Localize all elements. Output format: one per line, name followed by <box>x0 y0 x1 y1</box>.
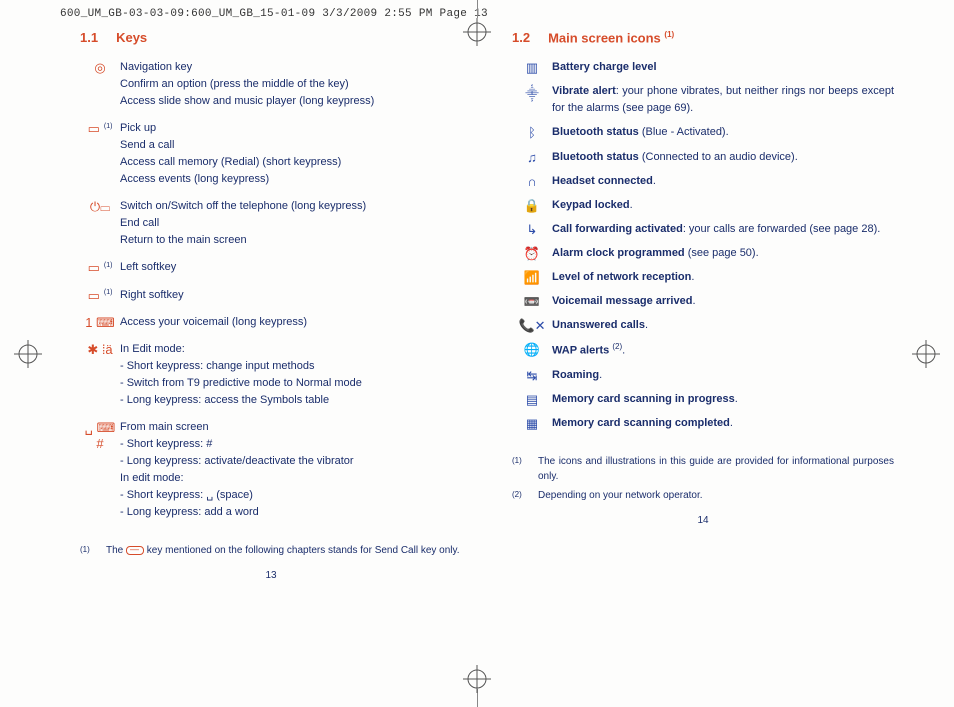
icon-description: Call forwarding activated: your calls ar… <box>552 221 894 238</box>
key-description: Access your voicemail (long keypress) <box>120 314 462 331</box>
key-row: ▭(1)Left softkey <box>80 259 462 276</box>
hash-key-icon: ␣ ⌨ # <box>80 419 120 521</box>
icon-description: Alarm clock programmed (see page 50). <box>552 245 894 262</box>
key-description: Right softkey <box>120 287 462 304</box>
icon-description: Unanswered calls. <box>552 317 894 334</box>
icon-row: ▦Memory card scanning completed. <box>512 415 894 432</box>
icon-description: Headset connected. <box>552 173 894 190</box>
bluetooth-activated-icon: ᛒ <box>512 124 552 141</box>
icon-description: Memory card scanning in progress. <box>552 391 894 408</box>
key-description: Left softkey <box>120 259 462 276</box>
key-description: From main screen- Short keypress: #- Lon… <box>120 419 462 521</box>
send-key-inline-icon <box>126 546 144 555</box>
wap-icon: 🌐 <box>512 341 552 360</box>
icon-row: ⸎Vibrate alert: your phone vibrates, but… <box>512 83 894 117</box>
icon-description: Memory card scanning completed. <box>552 415 894 432</box>
voicemail-key-icon: 1 ⌨ <box>80 314 120 331</box>
call-forward-icon: ↳ <box>512 221 552 238</box>
icons-list: ▥Battery charge level⸎Vibrate alert: you… <box>512 59 894 431</box>
icon-description: WAP alerts (2). <box>552 341 894 360</box>
roaming-icon: ↹ <box>512 367 552 384</box>
battery-icon: ▥ <box>512 59 552 76</box>
key-row: ▭(1)Right softkey <box>80 287 462 304</box>
card-scan-done-icon: ▦ <box>512 415 552 432</box>
registration-mark-right <box>912 340 940 368</box>
crop-mark-top <box>477 0 478 18</box>
key-description: Switch on/Switch off the telephone (long… <box>120 198 462 249</box>
right-page: 1.2 Main screen icons (1) ▥Battery charg… <box>502 30 904 581</box>
icon-row: 📞✕Unanswered calls. <box>512 317 894 334</box>
key-row: 1 ⌨Access your voicemail (long keypress) <box>80 314 462 331</box>
keys-list: ◎Navigation keyConfirm an option (press … <box>80 59 462 521</box>
section-title: Main screen icons (1) <box>548 30 674 45</box>
icon-description: Vibrate alert: your phone vibrates, but … <box>552 83 894 117</box>
pickup-key-icon: ▭(1) <box>80 120 120 188</box>
registration-mark-top <box>463 18 491 46</box>
power-key-icon: ⏻▭ <box>80 198 120 249</box>
key-description: In Edit mode:- Short keypress: change in… <box>120 341 462 409</box>
icon-description: Voicemail message arrived. <box>552 293 894 310</box>
section-header-icons: 1.2 Main screen icons (1) <box>512 30 894 45</box>
icon-row: 📶Level of network reception. <box>512 269 894 286</box>
key-row: ✱ ⁞äIn Edit mode:- Short keypress: chang… <box>80 341 462 409</box>
bluetooth-audio-icon: ♫ <box>512 149 552 166</box>
right-softkey-icon: ▭(1) <box>80 287 120 304</box>
section-number: 1.2 <box>512 30 530 45</box>
footnote-text: The icons and illustrations in this guid… <box>538 454 894 484</box>
icon-description: Level of network reception. <box>552 269 894 286</box>
icon-row: ↳Call forwarding activated: your calls a… <box>512 221 894 238</box>
keypad-locked-icon: 🔒 <box>512 197 552 214</box>
right-footnotes: (1)The icons and illustrations in this g… <box>512 454 894 503</box>
key-description: Navigation keyConfirm an option (press t… <box>120 59 462 110</box>
section-title: Keys <box>116 30 147 45</box>
registration-mark-left <box>14 340 42 368</box>
icon-row: 🔒Keypad locked. <box>512 197 894 214</box>
page-spread: 1.1 Keys ◎Navigation keyConfirm an optio… <box>0 24 954 581</box>
icon-row: ▥Battery charge level <box>512 59 894 76</box>
footnote-marker: (2) <box>512 488 538 503</box>
key-row: ⏻▭Switch on/Switch off the telephone (lo… <box>80 198 462 249</box>
vibrate-icon: ⸎ <box>512 83 552 117</box>
page-number-left: 13 <box>80 570 462 581</box>
key-row: ▭(1)Pick upSend a callAccess call memory… <box>80 120 462 188</box>
registration-mark-bottom <box>463 665 491 693</box>
icon-description: Keypad locked. <box>552 197 894 214</box>
signal-icon: 📶 <box>512 269 552 286</box>
icon-description: Roaming. <box>552 367 894 384</box>
left-page: 1.1 Keys ◎Navigation keyConfirm an optio… <box>70 30 472 581</box>
footnote-text: The key mentioned on the following chapt… <box>106 543 462 558</box>
section-number: 1.1 <box>80 30 98 45</box>
left-footnotes: (1) The key mentioned on the following c… <box>80 543 462 558</box>
alarm-icon: ⏰ <box>512 245 552 262</box>
icon-row: 📼Voicemail message arrived. <box>512 293 894 310</box>
icon-row: ⏰Alarm clock programmed (see page 50). <box>512 245 894 262</box>
key-description: Pick upSend a callAccess call memory (Re… <box>120 120 462 188</box>
missed-call-icon: 📞✕ <box>512 317 552 334</box>
icon-row: ∩Headset connected. <box>512 173 894 190</box>
footnote-text: Depending on your network operator. <box>538 488 894 503</box>
voicemail-icon: 📼 <box>512 293 552 310</box>
headset-icon: ∩ <box>512 173 552 190</box>
icon-row: 🌐WAP alerts (2). <box>512 341 894 360</box>
key-row: ◎Navigation keyConfirm an option (press … <box>80 59 462 110</box>
icon-description: Bluetooth status (Blue - Activated). <box>552 124 894 141</box>
page-number-right: 14 <box>512 515 894 526</box>
icon-row: ᛒBluetooth status (Blue - Activated). <box>512 124 894 141</box>
nav-key-icon: ◎ <box>80 59 120 110</box>
section-header-keys: 1.1 Keys <box>80 30 462 45</box>
icon-description: Battery charge level <box>552 59 894 76</box>
icon-description: Bluetooth status (Connected to an audio … <box>552 149 894 166</box>
footnote-marker: (1) <box>80 543 106 558</box>
key-row: ␣ ⌨ #From main screen- Short keypress: #… <box>80 419 462 521</box>
left-softkey-icon: ▭(1) <box>80 259 120 276</box>
footnote-marker: (1) <box>512 454 538 484</box>
star-key-icon: ✱ ⁞ä <box>80 341 120 409</box>
card-scan-progress-icon: ▤ <box>512 391 552 408</box>
icon-row: ▤Memory card scanning in progress. <box>512 391 894 408</box>
icon-row: ♫Bluetooth status (Connected to an audio… <box>512 149 894 166</box>
icon-row: ↹Roaming. <box>512 367 894 384</box>
